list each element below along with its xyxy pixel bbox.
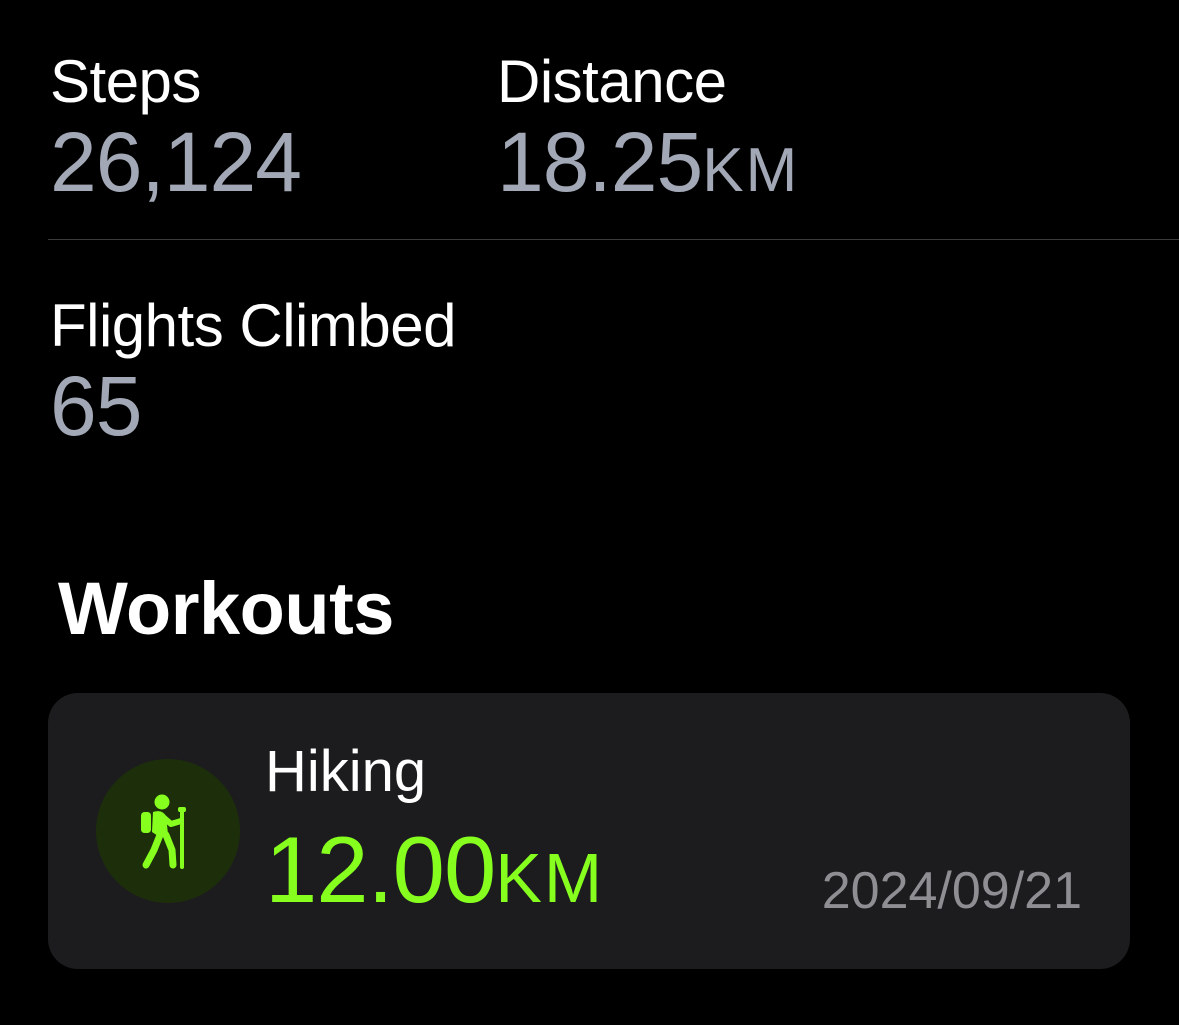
hiking-icon — [141, 794, 186, 869]
steps-label: Steps — [50, 48, 201, 115]
flights-climbed-label: Flights Climbed — [50, 292, 456, 359]
workout-date: 2024/09/21 — [821, 862, 1082, 920]
flights-climbed-metric: Flights Climbed 65 — [50, 292, 456, 453]
workout-name: Hiking — [265, 739, 427, 804]
distance-unit: KM — [702, 136, 800, 205]
flights-climbed-value: 65 — [50, 359, 142, 453]
distance-value-row: 18.25KM — [497, 120, 799, 204]
metrics-divider — [48, 239, 1179, 240]
activity-summary-screen: Steps 26,124 Distance 18.25KM Flights Cl… — [0, 0, 1179, 1025]
distance-value: 18.25 — [497, 115, 703, 209]
distance-metric: Distance 18.25KM — [497, 48, 799, 205]
workout-distance-value: 12.00 — [265, 817, 496, 922]
steps-metric: Steps 26,124 — [50, 48, 302, 209]
workout-card-hiking[interactable]: Hiking 12.00KM 2024/09/21 — [48, 693, 1130, 969]
steps-value: 26,124 — [50, 115, 302, 209]
distance-label: Distance — [497, 48, 727, 115]
workout-distance-row: 12.00KM — [265, 823, 604, 917]
workouts-section-title: Workouts — [58, 567, 394, 650]
workout-distance-unit: KM — [495, 839, 605, 917]
workout-icon-badge — [96, 759, 240, 903]
